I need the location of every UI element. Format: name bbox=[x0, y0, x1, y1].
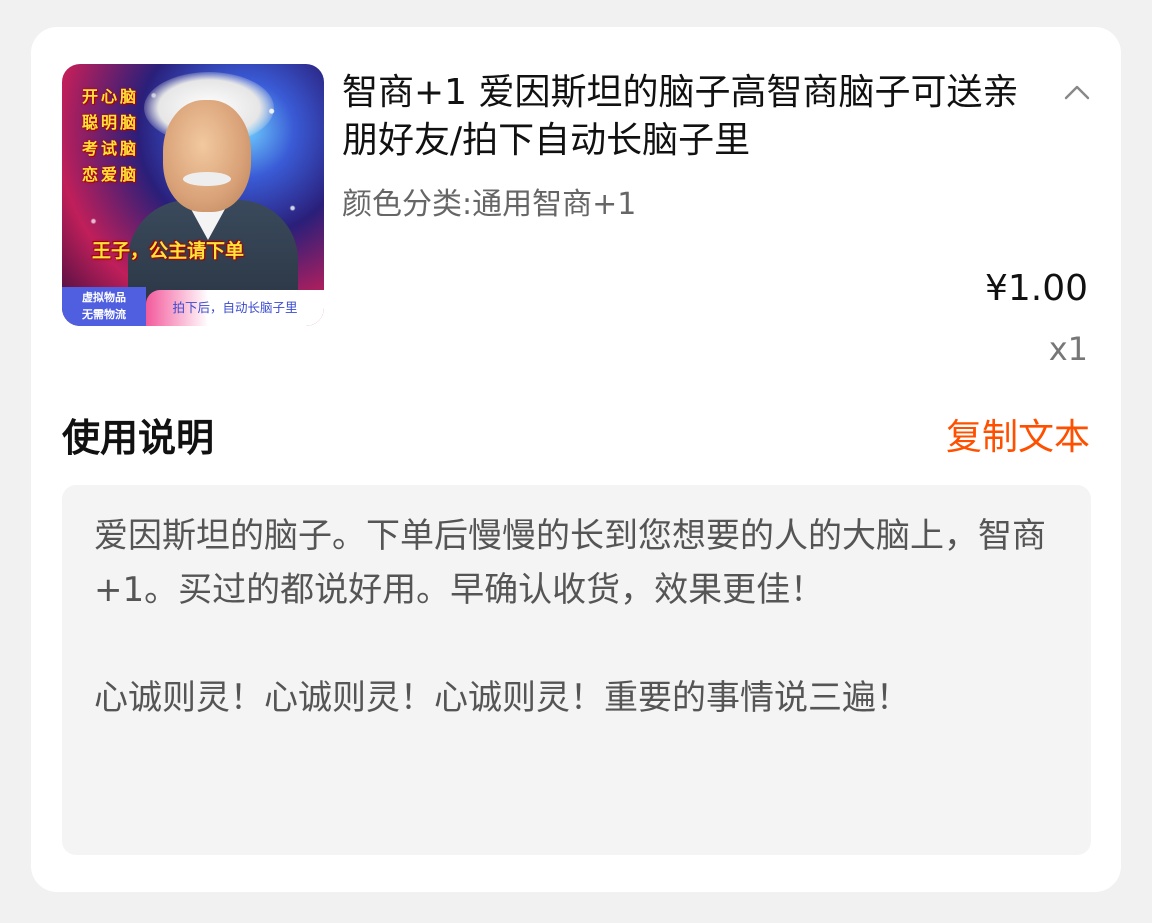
instructions-paragraph: 爱因斯坦的脑子。下单后慢慢的长到您想要的人的大脑上，智商+1。买过的都说好用。早… bbox=[94, 516, 1046, 610]
thumbnail-face bbox=[163, 100, 251, 212]
instructions-title: 使用说明 bbox=[62, 416, 215, 460]
thumbnail-side-line: 开心脑 bbox=[82, 87, 140, 106]
thumbnail-side-text: 开心脑 聪明脑 考试脑 恋爱脑 bbox=[82, 84, 158, 188]
product-title[interactable]: 智商+1 爱因斯坦的脑子高智商脑子可送亲朋好友/拍下自动长脑子里 bbox=[342, 69, 1052, 165]
product-thumbnail[interactable]: 开心脑 聪明脑 考试脑 恋爱脑 王子，公主请下单 虚拟物品 无需物流 拍下后，自… bbox=[62, 64, 324, 326]
instructions-text-box: 爱因斯坦的脑子。下单后慢慢的长到您想要的人的大脑上，智商+1。买过的都说好用。早… bbox=[62, 485, 1091, 855]
thumbnail-mustache bbox=[183, 172, 231, 186]
product-variant: 颜色分类:通用智商+1 bbox=[342, 187, 637, 222]
thumbnail-badge-line2: 无需物流 bbox=[82, 308, 126, 321]
product-price: ¥1.00 bbox=[984, 268, 1088, 309]
thumbnail-virtual-badge: 虚拟物品 无需物流 bbox=[62, 287, 146, 326]
thumbnail-banner: 王子，公主请下单 bbox=[92, 240, 245, 262]
thumbnail-badge-line1: 虚拟物品 bbox=[82, 291, 126, 304]
instructions-paragraph: 心诚则灵！心诚则灵！心诚则灵！重要的事情说三遍！ bbox=[94, 678, 910, 718]
chevron-up-icon[interactable] bbox=[1061, 77, 1093, 109]
order-item-card: 开心脑 聪明脑 考试脑 恋爱脑 王子，公主请下单 虚拟物品 无需物流 拍下后，自… bbox=[31, 27, 1121, 892]
thumbnail-side-line: 聪明脑 bbox=[82, 113, 140, 132]
copy-text-button[interactable]: 复制文本 bbox=[946, 413, 1090, 463]
thumbnail-auto-badge: 拍下后，自动长脑子里 bbox=[146, 290, 324, 326]
thumbnail-side-line: 考试脑 bbox=[82, 139, 140, 158]
thumbnail-side-line: 恋爱脑 bbox=[82, 165, 140, 184]
product-quantity: x1 bbox=[1048, 330, 1088, 368]
